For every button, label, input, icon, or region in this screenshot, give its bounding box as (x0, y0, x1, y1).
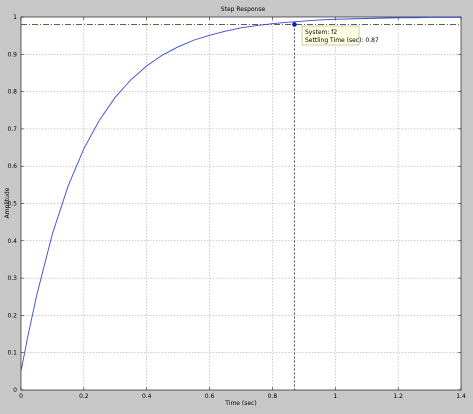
x-tick-label: 0 (19, 393, 23, 400)
x-tick-label: 0.4 (142, 393, 152, 400)
y-tick-label: 0.9 (7, 51, 17, 58)
tooltip-line-1: System: f2 (305, 29, 337, 36)
x-axis-label: Time (sec) (224, 400, 256, 407)
chart-title: Step Response (221, 6, 266, 13)
y-tick-label: 0 (13, 387, 17, 394)
y-axis-label: Amplitude (4, 187, 11, 218)
settling-time-marker (292, 22, 297, 27)
y-tick-label: 0.1 (7, 350, 17, 357)
x-tick-label: 1 (333, 393, 337, 400)
y-tick-label: 1 (13, 14, 17, 21)
settling-marker-group (292, 22, 297, 27)
x-tick-label: 0.6 (205, 393, 215, 400)
y-tick-label: 0.4 (7, 238, 17, 245)
x-tick-labels: 0 0.2 0.4 0.6 0.8 1 1.2 1.4 (19, 393, 466, 400)
y-tick-label: 0.6 (7, 163, 17, 170)
x-tick-label: 1.2 (393, 393, 403, 400)
x-tick-label: 1.4 (456, 393, 466, 400)
tooltip-line-2: Settling Time (sec): 0.87 (305, 37, 379, 44)
x-tick-label: 0.8 (268, 393, 278, 400)
x-tick-label: 0.2 (79, 393, 89, 400)
y-tick-label: 0.7 (7, 126, 17, 133)
y-tick-label: 0.8 (7, 89, 17, 96)
y-tick-label: 0.3 (7, 275, 17, 282)
step-response-chart: Step Response System: f2 Settling Time (… (4, 6, 466, 407)
y-tick-label: 0.2 (7, 312, 17, 319)
